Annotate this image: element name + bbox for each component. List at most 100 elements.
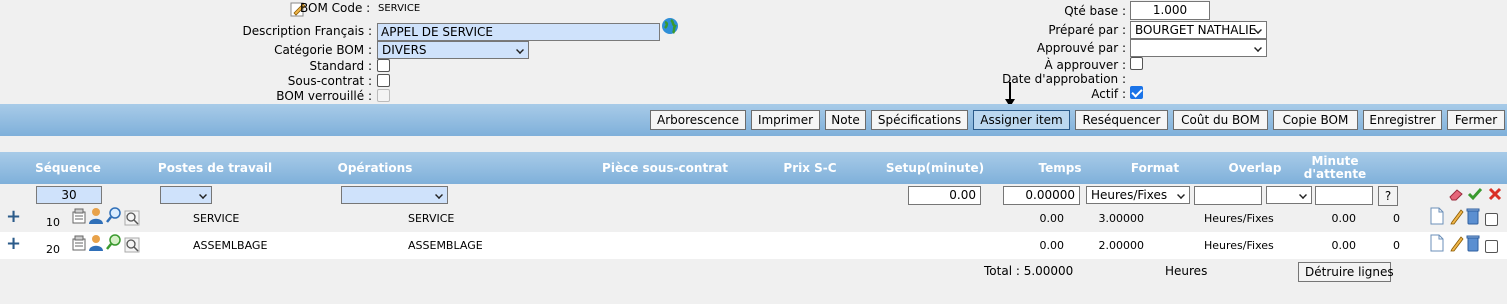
col-overlap: Overlap (1228, 161, 1282, 175)
resequencer-button[interactable]: Reséquencer (1075, 110, 1168, 130)
new-attente-input[interactable] (1315, 186, 1373, 205)
sous-contrat-label: Sous-contrat : (287, 74, 372, 88)
document-icon[interactable] (1430, 234, 1444, 252)
bom-code-value: SERVICE (378, 3, 421, 14)
document-list-icon[interactable] (71, 208, 87, 224)
new-sequence-input[interactable]: 30 (36, 186, 102, 204)
sous-contrat-checkbox[interactable] (377, 74, 390, 87)
new-overlap-input[interactable] (1194, 186, 1262, 205)
qte-base-label: Qté base : (1064, 4, 1126, 18)
overlap-cell: 0 (1393, 239, 1400, 252)
prepare-par-label: Préparé par : (1048, 23, 1126, 37)
edit-pencil-icon[interactable] (1449, 207, 1465, 225)
a-approuver-label: À approuver : (1044, 58, 1126, 72)
temps-cell: 2.00000 (1098, 239, 1145, 252)
approuve-par-select[interactable] (1130, 39, 1267, 57)
col-setup: Setup(minute) (885, 161, 985, 175)
user-icon[interactable] (88, 207, 104, 225)
new-operation-select[interactable] (341, 186, 448, 204)
user-icon[interactable] (88, 234, 104, 252)
seq-cell: 10 (46, 216, 60, 229)
document-icon[interactable] (1430, 207, 1444, 225)
globe-icon[interactable] (661, 17, 679, 35)
row-select-checkbox[interactable] (1485, 213, 1498, 226)
format-cell: Heures/Fixes (1204, 212, 1274, 225)
document-list-icon[interactable] (71, 235, 87, 251)
chevron-down-icon (1177, 191, 1185, 199)
categorie-select[interactable]: DIVERS (377, 41, 529, 59)
col-minute: Minute (1311, 154, 1359, 168)
magnifier-icon[interactable] (106, 207, 122, 223)
total-label: Total : 5.00000 (984, 264, 1074, 278)
actif-checkbox[interactable] (1130, 86, 1143, 99)
expand-plus-icon[interactable]: + (6, 208, 21, 226)
arborescence-button[interactable]: Arborescence (650, 110, 746, 130)
zoom-icon[interactable] (124, 237, 140, 253)
enregistrer-button[interactable]: Enregistrer (1363, 110, 1442, 130)
seq-cell: 20 (46, 243, 60, 256)
date-approbation-label: Date d'approbation : (1002, 72, 1126, 86)
col-piece-sous-contrat: Pièce sous-contrat (602, 161, 728, 175)
assigner-item-button[interactable]: Assigner item (973, 110, 1070, 130)
fermer-button[interactable]: Fermer (1447, 110, 1505, 130)
chevron-down-icon (1254, 44, 1262, 52)
a-approuver-checkbox[interactable] (1130, 57, 1143, 70)
description-label: Description Français : (242, 24, 372, 38)
cout-du-bom-button[interactable]: Coût du BOM (1173, 110, 1268, 130)
setup-cell: 0.00 (1039, 239, 1065, 252)
qte-base-input[interactable]: 1.000 (1130, 1, 1210, 20)
copie-bom-button[interactable]: Copie BOM (1273, 110, 1358, 130)
poste-cell: SERVICE (193, 212, 240, 225)
col-temps: Temps (1038, 161, 1082, 175)
actif-label: Actif : (1091, 87, 1126, 101)
expand-plus-icon[interactable]: + (6, 235, 21, 253)
zoom-icon[interactable] (124, 210, 140, 226)
row-select-checkbox[interactable] (1485, 240, 1498, 253)
approuve-par-label: Approuvé par : (1036, 41, 1126, 55)
chevron-down-icon (1299, 191, 1307, 199)
categorie-label: Catégorie BOM : (274, 43, 372, 57)
eraser-icon[interactable] (1448, 187, 1464, 201)
operation-cell: SERVICE (408, 212, 455, 225)
trash-icon[interactable] (1466, 234, 1480, 252)
overlap-cell: 0 (1393, 212, 1400, 225)
bom-verrouille-label: BOM verrouillé : (276, 89, 372, 103)
bom-code-label: BOM Code : (300, 1, 371, 15)
standard-checkbox[interactable] (377, 59, 390, 72)
close-icon[interactable] (1487, 186, 1503, 202)
bom-verrouille-checkbox (377, 89, 390, 102)
help-button[interactable]: ? (1378, 186, 1398, 206)
new-temps-input[interactable]: 0.00000 (1003, 186, 1080, 205)
new-format-select[interactable]: Heures/Fixes (1086, 186, 1190, 204)
total-unit: Heures (1165, 264, 1208, 278)
attente-cell: 0.00 (1331, 212, 1357, 225)
col-postes: Postes de travail (157, 161, 273, 175)
attente-cell: 0.00 (1331, 239, 1357, 252)
setup-cell: 0.00 (1039, 212, 1065, 225)
new-overlap-select[interactable] (1266, 186, 1312, 204)
table-row: + 20 ASSEMLBAGE ASSEMBLAGE 0.00 2.00000 … (0, 232, 1507, 259)
chevron-down-icon (516, 46, 524, 54)
specifications-button[interactable]: Spécifications (871, 110, 968, 130)
prepare-par-select[interactable]: BOURGET NATHALIE (1130, 21, 1267, 39)
note-button[interactable]: Note (825, 110, 866, 130)
temps-cell: 3.00000 (1098, 212, 1145, 225)
standard-label: Standard : (309, 59, 372, 73)
chevron-down-icon (199, 191, 207, 199)
col-operations: Opérations (337, 161, 413, 175)
operation-cell: ASSEMBLAGE (408, 239, 483, 252)
table-row: + 10 SERVICE SERVICE 0.00 3.00000 Heures… (0, 205, 1507, 232)
new-poste-select[interactable] (160, 186, 212, 204)
trash-icon[interactable] (1466, 207, 1480, 225)
edit-pencil-icon[interactable] (1449, 234, 1465, 252)
imprimer-button[interactable]: Imprimer (751, 110, 820, 130)
col-sequence: Séquence (35, 161, 101, 175)
format-cell: Heures/Fixes (1204, 239, 1274, 252)
detruire-lignes-button[interactable]: Détruire lignes (1298, 262, 1394, 282)
col-attente: d'attente (1303, 167, 1367, 181)
new-setup-input[interactable]: 0.00 (908, 186, 981, 205)
description-input[interactable]: APPEL DE SERVICE (377, 23, 660, 41)
poste-cell: ASSEMLBAGE (193, 239, 268, 252)
checkmark-icon[interactable] (1467, 186, 1483, 202)
magnifier-icon[interactable] (106, 234, 122, 250)
